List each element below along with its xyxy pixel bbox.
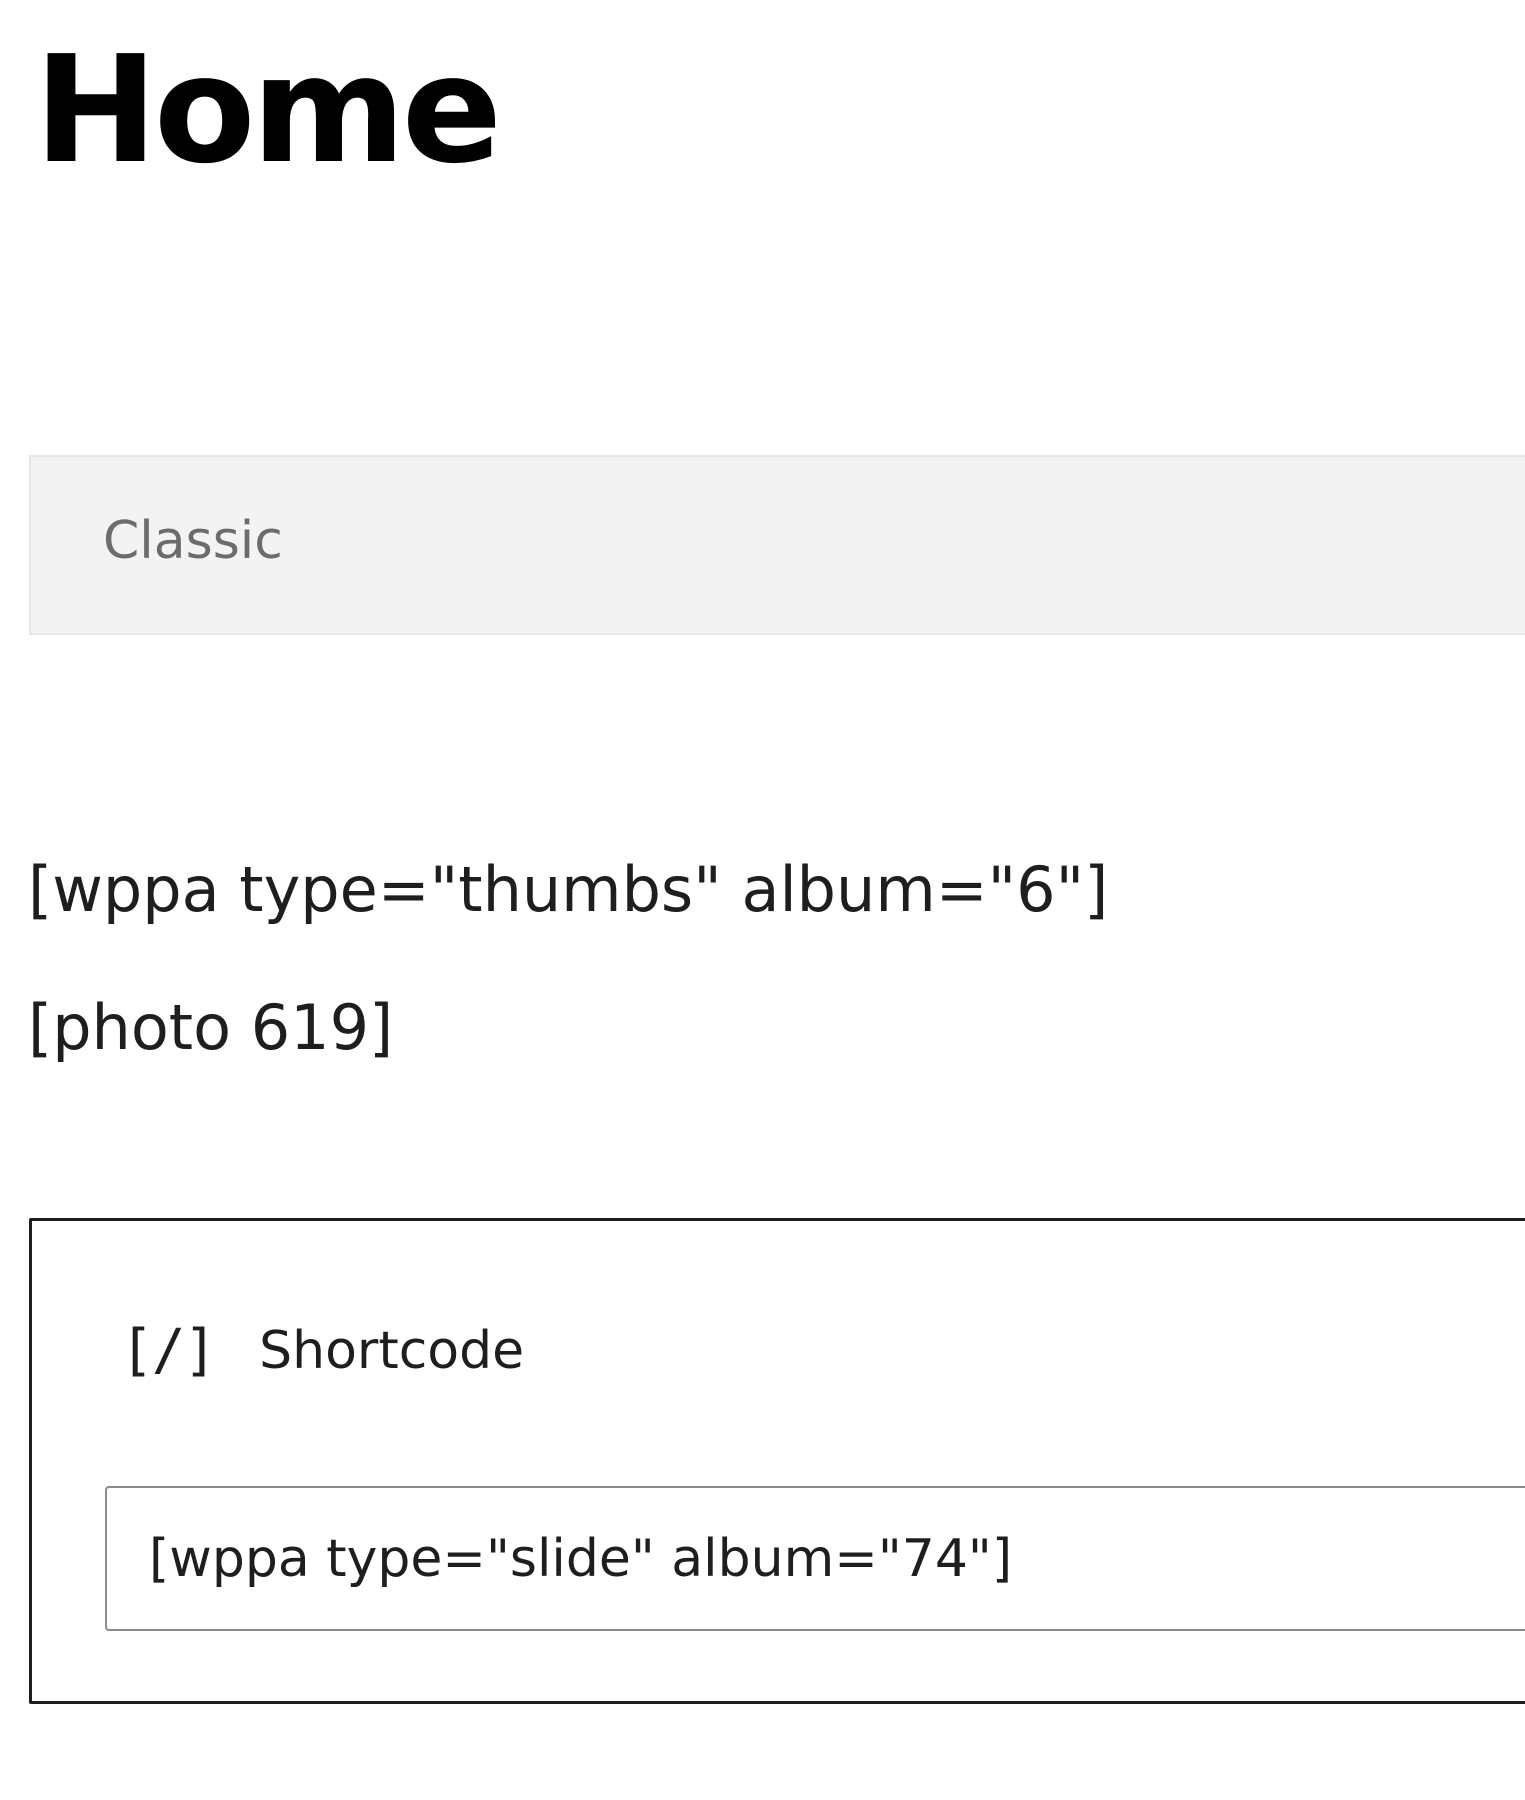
shortcode-block-header: [/] Shortcode bbox=[120, 1301, 524, 1401]
classic-block[interactable]: Classic bbox=[29, 455, 1525, 635]
paragraph-wppa-thumbs[interactable]: [wppa type="thumbs" album="6"] bbox=[28, 845, 1108, 935]
shortcode-block[interactable]: [/] Shortcode bbox=[29, 1218, 1525, 1704]
page-title[interactable]: Home bbox=[34, 10, 502, 210]
classic-block-label: Classic bbox=[103, 511, 283, 571]
paragraph-photo[interactable]: [photo 619] bbox=[28, 983, 393, 1073]
shortcode-block-label: Shortcode bbox=[259, 1321, 525, 1381]
shortcode-icon: [/] bbox=[120, 1318, 217, 1383]
shortcode-input[interactable] bbox=[105, 1486, 1525, 1631]
